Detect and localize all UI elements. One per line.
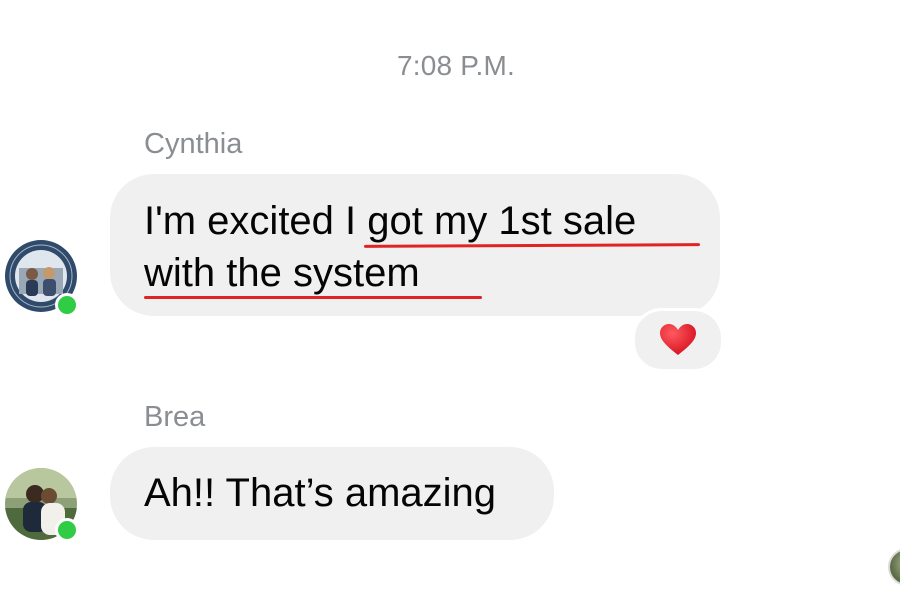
online-status-indicator bbox=[55, 518, 79, 542]
chat-screen: 7:08 P.M. Cynthia I'm excited I got my 1… bbox=[0, 0, 900, 600]
sender-name: Brea bbox=[144, 401, 206, 433]
online-status-indicator bbox=[55, 293, 79, 317]
message-text-line: I'm excited I got my 1st sale bbox=[144, 199, 637, 243]
avatar[interactable] bbox=[5, 240, 79, 317]
message-bubble[interactable]: Ah!! That’s amazing bbox=[110, 447, 554, 540]
message-timestamp: 7:08 P.M. bbox=[396, 50, 516, 81]
avatar-partial bbox=[888, 548, 900, 586]
message-reaction[interactable] bbox=[632, 308, 724, 372]
message-text-line: Ah!! That’s amazing bbox=[144, 471, 497, 515]
red-heart-icon bbox=[660, 324, 696, 355]
sender-name: Cynthia bbox=[144, 128, 243, 160]
avatar[interactable] bbox=[5, 468, 79, 542]
red-underline-annotation bbox=[144, 296, 482, 299]
message-text-line: with the system bbox=[144, 251, 420, 295]
